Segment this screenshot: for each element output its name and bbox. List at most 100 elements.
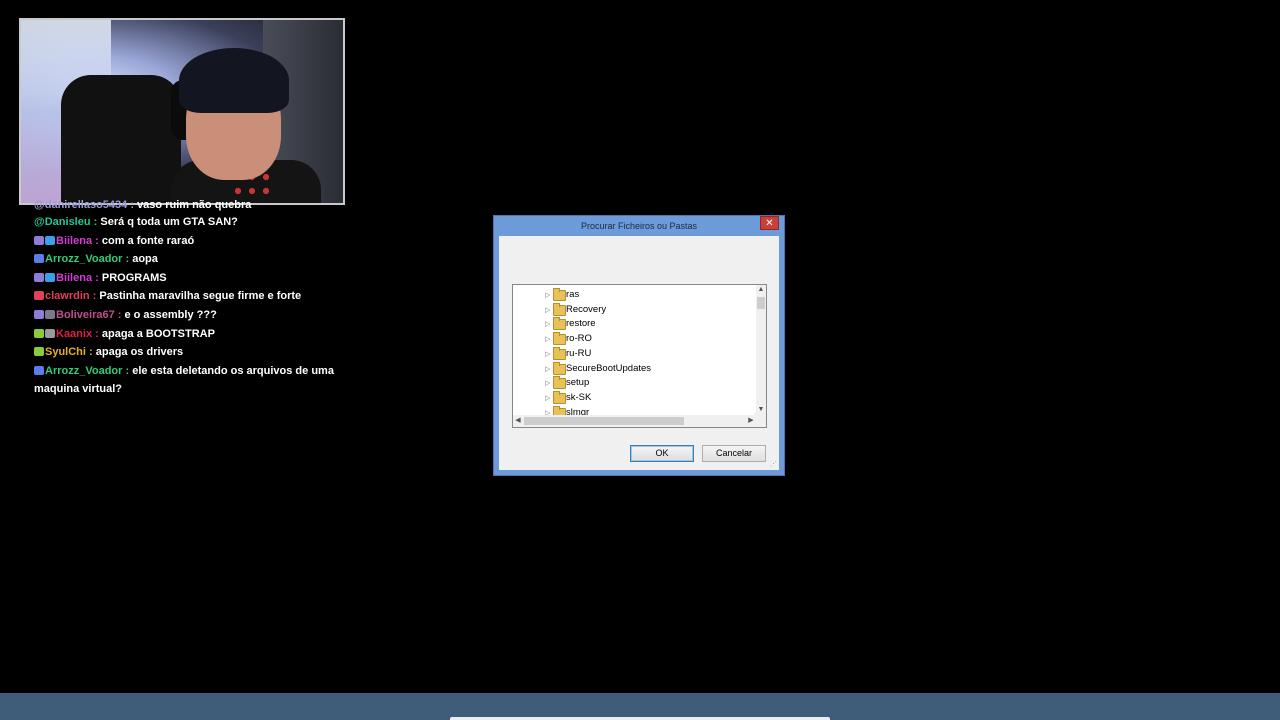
dialog-titlebar[interactable]: Procurar Ficheiros ou Pastas ✕ <box>494 216 784 236</box>
chat-username: Kaanix <box>56 327 93 340</box>
expand-arrow-icon[interactable]: ▷ <box>545 365 550 373</box>
chat-message: @danirellaso5434 : vaso ruim não quebra <box>34 198 334 213</box>
tree-item-securebootupdates[interactable]: ▷ SecureBootUpdates <box>513 361 753 377</box>
chat-separator: : <box>89 290 100 303</box>
scroll-left-icon[interactable]: ◀ <box>513 415 523 427</box>
tree-item-ras[interactable]: ▷ ras <box>513 288 753 303</box>
expand-arrow-icon[interactable]: ▷ <box>545 320 550 328</box>
gaming-chair <box>61 75 181 203</box>
chat-message: @Danisleu : Será q toda um GTA SAN? <box>34 213 334 232</box>
chat-badge-icon <box>34 365 44 375</box>
folder-icon <box>553 317 566 331</box>
chat-username: @Danisleu <box>34 216 91 228</box>
chat-text: com a fonte raraó <box>101 234 195 247</box>
chat-message: Kaanix : apaga a BOOTSTRAP <box>34 325 334 344</box>
chat-message: SyulChi : apaga os drivers <box>34 343 334 362</box>
tree-item-restore[interactable]: ▷ restore <box>513 317 753 332</box>
chat-separator: : <box>92 234 102 247</box>
tree-item-label: ru-RU <box>566 347 592 359</box>
tree-item-ru-ru[interactable]: ▷ ru-RU <box>513 346 753 362</box>
chat-message: Arrozz_Voador : aopa <box>34 250 334 269</box>
dialog-title: Procurar Ficheiros ou Pastas <box>580 221 698 231</box>
chat-text: aopa <box>132 253 158 266</box>
beanie <box>179 48 289 113</box>
chat-username: Arrozz_Voador <box>45 253 123 266</box>
chat-username: Biilena <box>56 271 93 284</box>
chat-badge-icon <box>45 328 55 338</box>
scroll-corner <box>754 413 766 427</box>
expand-arrow-icon[interactable]: ▷ <box>545 291 550 299</box>
tree-item-label: setup <box>566 377 590 389</box>
scroll-up-icon[interactable]: ▲ <box>756 285 766 295</box>
tree-item-sk-sk[interactable]: ▷ sk-SK <box>513 390 753 406</box>
folder-icon <box>553 346 566 360</box>
resize-grip-icon[interactable]: ⋰ <box>770 460 777 468</box>
folder-icon <box>553 376 566 390</box>
chat-message: Biilena : com a fonte raraó <box>34 232 334 251</box>
chat-badge-icon <box>34 272 44 282</box>
expand-arrow-icon[interactable]: ▷ <box>545 394 550 402</box>
chat-text: e o assembly ??? <box>124 308 217 321</box>
chat-message: Biilena : PROGRAMS <box>34 269 334 288</box>
chat-overlay: @danirellaso5434 : vaso ruim não quebra @… <box>34 198 334 399</box>
folder-tree[interactable]: ▷ slmgr ▷ sk-SK ▷ setup ▷ SecureBootUpdates ▷ ru-… <box>512 284 767 428</box>
chat-message: Arrozz_Voador : ele esta deletando os ar… <box>34 362 334 399</box>
close-button[interactable]: ✕ <box>760 216 779 230</box>
chat-username: SyulChi <box>45 346 86 359</box>
chat-badge-icon <box>34 235 44 245</box>
chat-separator: : <box>122 253 133 266</box>
chat-username: @danirellaso5434 <box>34 199 128 211</box>
folder-icon <box>553 332 566 346</box>
tree-item-label: SecureBootUpdates <box>566 362 652 374</box>
expand-arrow-icon[interactable]: ▷ <box>545 350 550 358</box>
chat-username: clawrdin <box>45 290 90 303</box>
chat-badge-icon <box>45 309 55 319</box>
tree-item-label: ras <box>566 289 580 300</box>
chat-username: Boliveira67 <box>56 308 115 321</box>
chat-separator: : <box>92 327 102 340</box>
chat-badge-icon <box>34 328 44 338</box>
hscroll-thumb[interactable] <box>524 417 684 425</box>
chat-text: vaso ruim não quebra <box>137 199 252 211</box>
chat-text: Será q toda um GTA SAN? <box>100 216 238 228</box>
mouse-cursor-icon <box>595 379 601 391</box>
expand-arrow-icon[interactable]: ▷ <box>545 335 550 343</box>
chat-username: Biilena <box>56 234 93 247</box>
expand-arrow-icon[interactable]: ▷ <box>545 306 550 314</box>
cancel-button[interactable]: Cancelar <box>702 445 766 462</box>
tree-item-label: sk-SK <box>566 391 592 403</box>
folder-icon <box>553 288 566 301</box>
chat-badge-icon <box>34 291 44 301</box>
browse-folder-dialog: Procurar Ficheiros ou Pastas ✕ ▷ slmgr ▷ sk… <box>493 215 785 476</box>
folder-icon <box>553 390 566 404</box>
chat-text: apaga os drivers <box>95 346 184 359</box>
chat-message: Boliveira67 : e o assembly ??? <box>34 306 334 325</box>
tree-item-recovery[interactable]: ▷ Recovery <box>513 302 753 318</box>
horizontal-scrollbar[interactable]: ◀ ▶ <box>513 415 756 427</box>
tree-item-label: ro-RO <box>566 333 592 345</box>
chat-badge-icon <box>34 309 44 319</box>
tree-item-label: Recovery <box>566 303 607 315</box>
chat-separator: : <box>127 199 138 211</box>
tree-item-setup[interactable]: ▷ setup <box>513 376 753 391</box>
chat-text: Pastinha maravilha segue firme e forte <box>99 290 302 303</box>
chat-badge-icon <box>34 254 44 264</box>
folder-icon <box>553 302 566 316</box>
chat-username: Arrozz_Voador <box>45 364 123 377</box>
chat-badge-icon <box>45 272 55 282</box>
chat-badge-icon <box>45 235 55 245</box>
chat-text: PROGRAMS <box>101 271 167 284</box>
dialog-body: ▷ slmgr ▷ sk-SK ▷ setup ▷ SecureBootUpdates ▷ ru-… <box>499 236 779 470</box>
scroll-thumb[interactable] <box>757 297 765 309</box>
chat-separator: : <box>92 271 102 284</box>
chat-text: apaga a BOOTSTRAP <box>101 327 215 340</box>
taskbar <box>0 693 1280 720</box>
folder-icon <box>553 361 566 375</box>
expand-arrow-icon[interactable]: ▷ <box>545 379 550 387</box>
tree-item-ro-ro[interactable]: ▷ ro-RO <box>513 332 753 347</box>
chat-message: clawrdin : Pastinha maravilha segue firm… <box>34 287 334 306</box>
vertical-scrollbar[interactable]: ▲ ▼ <box>756 285 766 415</box>
ok-button[interactable]: OK <box>630 445 694 462</box>
chat-badge-icon <box>34 347 44 357</box>
webcam-overlay <box>19 18 345 205</box>
